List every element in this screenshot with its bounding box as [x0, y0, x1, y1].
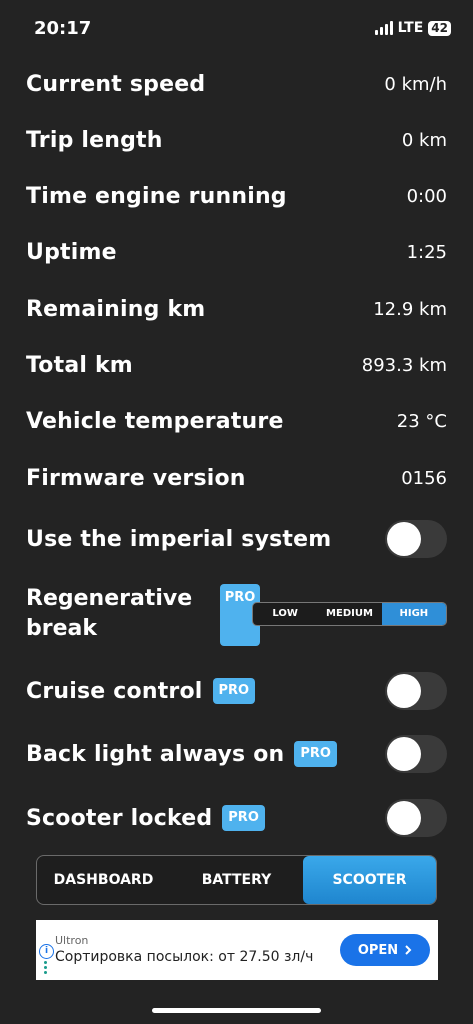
setting-row-back-light: Back light always on PRO	[26, 729, 447, 779]
signal-icon	[374, 21, 393, 35]
imperial-toggle[interactable]	[385, 520, 447, 558]
setting-label: Use the imperial system	[26, 526, 332, 552]
stat-label: Vehicle temperature	[26, 408, 284, 434]
network-label: LTE	[397, 20, 424, 36]
ad-text: Сортировка посылок: от 27.50 зл/ч	[55, 949, 314, 965]
setting-row-scooter-locked: Scooter locked PRO	[26, 793, 447, 843]
stat-value: 1:25	[406, 241, 447, 263]
stat-row-current-speed: Current speed 0 km/h	[26, 59, 447, 109]
stat-label: Trip length	[26, 127, 163, 153]
tab-dashboard[interactable]: DASHBOARD	[37, 856, 170, 904]
stat-label: Remaining km	[26, 296, 206, 322]
setting-label-wrap: Back light always on PRO	[26, 741, 337, 767]
more-options-icon[interactable]	[44, 961, 47, 974]
ad-open-button[interactable]: OPEN	[340, 934, 430, 966]
pro-badge: PRO	[222, 805, 265, 831]
pro-badge: PRO	[294, 741, 337, 767]
status-bar: 20:17 LTE 42	[0, 0, 473, 56]
status-icons: LTE 42	[374, 20, 451, 36]
setting-label-wrap: Scooter locked PRO	[26, 805, 265, 831]
stat-value: 0156	[401, 467, 447, 489]
stat-row-total-km: Total km 893.3 km	[26, 340, 447, 390]
stat-row-remaining-km: Remaining km 12.9 km	[26, 284, 447, 334]
info-icon[interactable]: i	[39, 944, 54, 959]
stat-row-time-engine-running: Time engine running 0:00	[26, 171, 447, 221]
status-time: 20:17	[34, 18, 92, 39]
stat-label: Time engine running	[26, 183, 287, 209]
scooter-locked-toggle[interactable]	[385, 799, 447, 837]
stat-label: Firmware version	[26, 465, 246, 491]
stat-label: Total km	[26, 352, 133, 378]
bottom-tab-bar: DASHBOARD BATTERY SCOOTER	[36, 855, 437, 905]
back-light-toggle[interactable]	[385, 735, 447, 773]
stat-value: 893.3 km	[361, 354, 447, 376]
ad-open-label: OPEN	[357, 942, 399, 958]
stat-row-vehicle-temperature: Vehicle temperature 23 °C	[26, 396, 447, 446]
setting-row-imperial: Use the imperial system	[26, 514, 447, 564]
setting-label: Back light always on	[26, 741, 285, 767]
toggle-knob	[387, 522, 421, 556]
ad-brand: Ultron	[55, 934, 89, 947]
stat-row-firmware-version: Firmware version 0156	[26, 453, 447, 503]
tab-battery[interactable]: BATTERY	[170, 856, 303, 904]
battery-icon: 42	[428, 20, 451, 36]
regen-option-low[interactable]: LOW	[253, 603, 317, 625]
toggle-knob	[387, 801, 421, 835]
ad-banner[interactable]: i Ultron Сортировка посылок: от 27.50 зл…	[36, 920, 438, 980]
toggle-knob	[387, 674, 421, 708]
stat-value: 12.9 km	[373, 298, 447, 320]
home-indicator[interactable]	[152, 1008, 321, 1013]
chevron-right-icon	[405, 945, 412, 955]
setting-label-wrap: Cruise control PRO	[26, 678, 256, 704]
tab-scooter[interactable]: SCOOTER	[303, 856, 436, 904]
setting-label: Regenerative break	[26, 584, 192, 644]
regen-option-medium[interactable]: MEDIUM	[317, 603, 381, 625]
stat-value: 23 °C	[396, 410, 447, 432]
setting-label-line1: Regenerative	[26, 586, 193, 611]
stat-label: Current speed	[26, 71, 206, 97]
stat-row-trip-length: Trip length 0 km	[26, 115, 447, 165]
setting-label: Scooter locked	[26, 805, 213, 831]
stat-label: Uptime	[26, 239, 117, 265]
cruise-control-toggle[interactable]	[385, 672, 447, 710]
setting-label: Cruise control	[26, 678, 203, 704]
setting-row-regen-break: Regenerative break PRO LOW MEDIUM HIGH	[26, 584, 447, 648]
stat-value: 0 km	[401, 129, 447, 151]
stat-value: 0:00	[406, 185, 447, 207]
stat-row-uptime: Uptime 1:25	[26, 227, 447, 277]
stat-value: 0 km/h	[384, 73, 447, 95]
setting-row-cruise-control: Cruise control PRO	[26, 666, 447, 716]
regen-option-high[interactable]: HIGH	[381, 603, 446, 625]
pro-badge: PRO	[212, 678, 256, 704]
regen-level-selector: LOW MEDIUM HIGH	[252, 602, 447, 626]
toggle-knob	[387, 737, 421, 771]
setting-label-line2: break	[26, 616, 97, 641]
